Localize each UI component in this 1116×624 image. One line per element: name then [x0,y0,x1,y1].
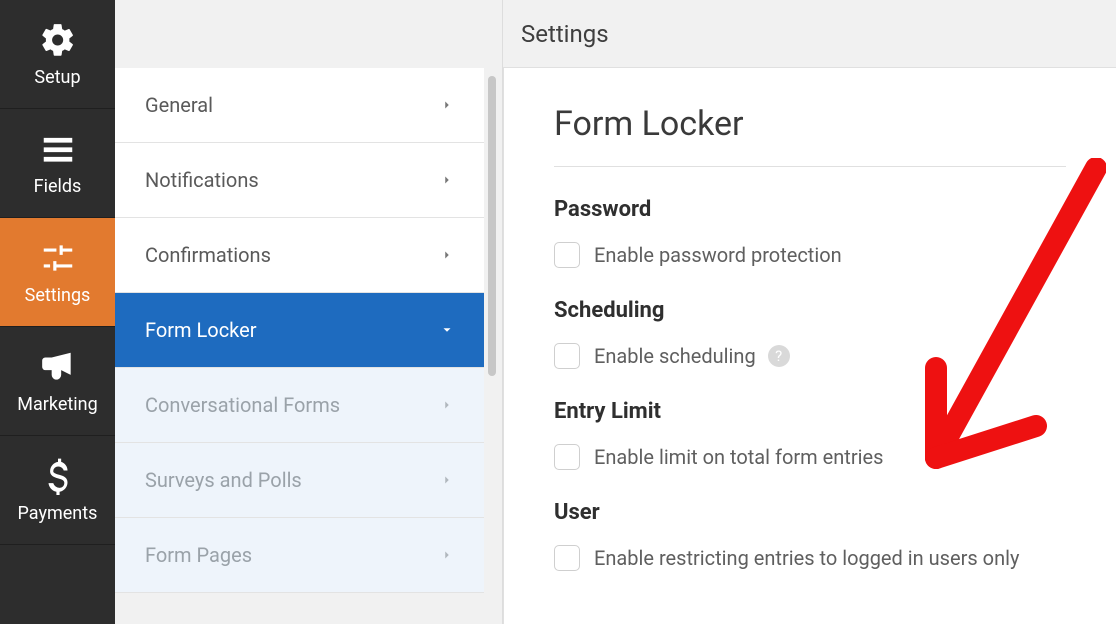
chevron-right-icon [440,168,454,192]
submenu-scrollbar[interactable] [488,76,496,376]
right-column: Settings Form Locker Password Enable pas… [503,0,1116,624]
bullhorn-icon [39,348,77,386]
chevron-right-icon [440,543,454,567]
rail-settings[interactable]: Settings [0,218,115,327]
rail-marketing[interactable]: Marketing [0,327,115,436]
rail-label: Fields [34,176,82,197]
submenu-column: General Notifications Confirmations Form… [115,0,503,624]
checkbox-scheduling[interactable] [554,343,580,369]
rail-label: Settings [25,285,91,306]
submenu-label: General [145,93,213,117]
settings-panel: Form Locker Password Enable password pro… [503,68,1116,624]
topbar-title: Settings [521,20,609,48]
submenu-conversational-forms[interactable]: Conversational Forms [115,368,484,443]
rail-label: Setup [34,67,80,88]
checkbox-entry-limit[interactable] [554,444,580,470]
panel-title: Form Locker [554,104,1066,167]
rail-label: Marketing [17,394,97,415]
submenu-label: Notifications [145,168,259,192]
left-rail: Setup Fields Settings Marketing Payments [0,0,115,624]
topbar: Settings [503,0,1116,68]
gear-icon [39,21,77,59]
section-heading-scheduling: Scheduling [554,298,1066,323]
dollar-icon [39,457,77,495]
rail-label: Payments [18,503,98,524]
rail-setup[interactable]: Setup [0,0,115,109]
chevron-right-icon [440,93,454,117]
rail-fields[interactable]: Fields [0,109,115,218]
section-heading-user: User [554,500,1066,525]
option-label: Enable limit on total form entries [594,445,883,469]
settings-submenu: General Notifications Confirmations Form… [115,68,502,624]
submenu-label: Conversational Forms [145,393,340,417]
submenu-surveys-polls[interactable]: Surveys and Polls [115,443,484,518]
submenu-label: Surveys and Polls [145,468,302,492]
option-scheduling: Enable scheduling ? [554,343,1066,369]
option-label: Enable password protection [594,243,842,267]
submenu-form-locker[interactable]: Form Locker [115,293,484,368]
option-label: Enable scheduling [594,344,756,368]
sliders-icon [39,239,77,277]
submenu-label: Form Locker [145,318,257,342]
submenu-label: Confirmations [145,243,271,267]
section-heading-password: Password [554,197,1066,222]
submenu-form-pages[interactable]: Form Pages [115,518,484,593]
checkbox-password-protection[interactable] [554,242,580,268]
option-password-protection: Enable password protection [554,242,1066,268]
chevron-right-icon [440,393,454,417]
option-user-restrict: Enable restricting entries to logged in … [554,545,1066,571]
chevron-down-icon [440,318,454,342]
rail-payments[interactable]: Payments [0,436,115,545]
checkbox-user-restrict[interactable] [554,545,580,571]
submenu-notifications[interactable]: Notifications [115,143,484,218]
option-entry-limit: Enable limit on total form entries [554,444,1066,470]
chevron-right-icon [440,468,454,492]
section-heading-entry-limit: Entry Limit [554,399,1066,424]
submenu-label: Form Pages [145,543,252,567]
help-icon[interactable]: ? [768,345,790,367]
submenu-general[interactable]: General [115,68,484,143]
submenu-header-spacer [115,0,502,68]
submenu-confirmations[interactable]: Confirmations [115,218,484,293]
list-icon [39,130,77,168]
chevron-right-icon [440,243,454,267]
option-label: Enable restricting entries to logged in … [594,546,1019,570]
